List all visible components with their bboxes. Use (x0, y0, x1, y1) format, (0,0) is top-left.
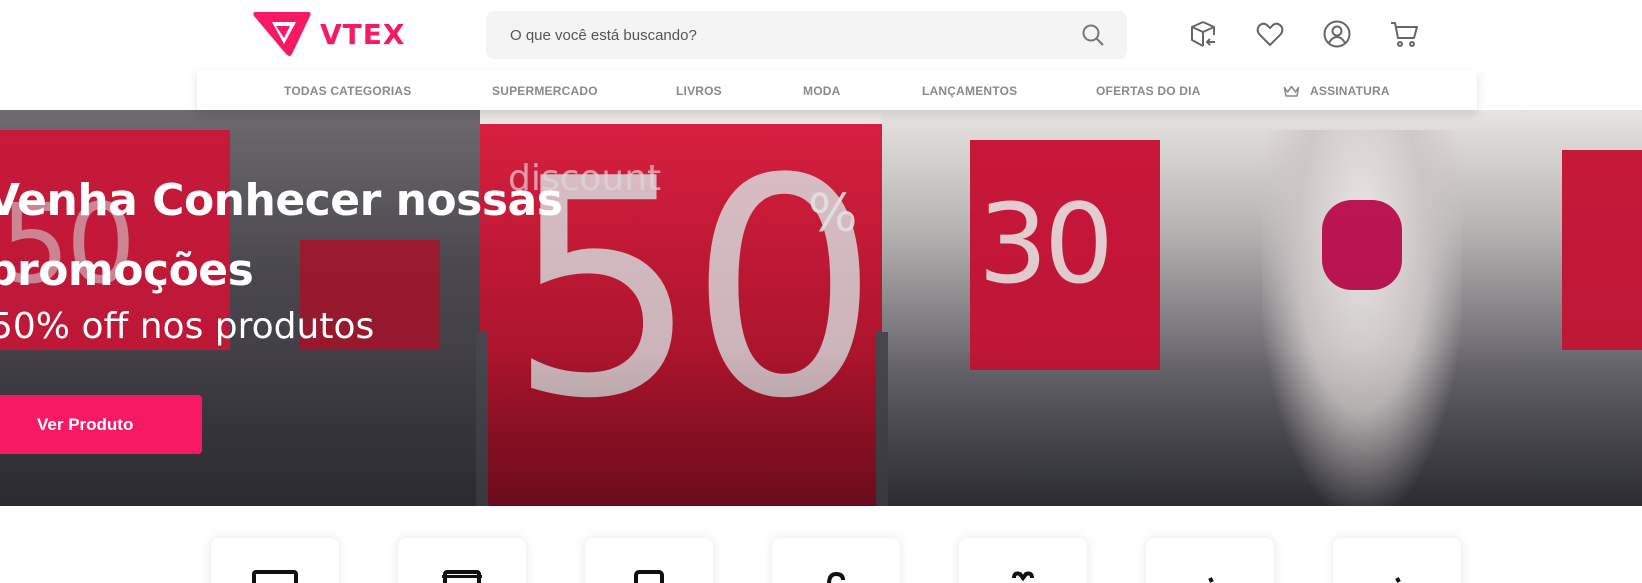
crown-icon (1283, 85, 1300, 97)
ver-produto-button[interactable]: Ver Produto (0, 395, 202, 454)
tool-icon (1208, 577, 1214, 583)
nav-item-label: TODAS CATEGORIAS (284, 84, 412, 98)
nav-item-label: OFERTAS DO DIA (1096, 84, 1201, 98)
logo[interactable]: VTEX (252, 10, 405, 58)
nav-item-moda[interactable]: MODA (803, 84, 840, 98)
hero-title: Venha Conhecer nossas promoções (0, 175, 563, 296)
nav-item-label: LANÇAMENTOS (922, 84, 1018, 98)
cart-icon (1391, 22, 1418, 47)
hero-banner: 50 discount 50 % 30 Venha Conhecer nossa… (0, 110, 1642, 506)
cart-button[interactable] (1387, 17, 1421, 51)
account-button[interactable] (1320, 17, 1354, 51)
gift-icon (1012, 571, 1034, 582)
nav-item-ofertas-do-dia[interactable]: OFERTAS DO DIA (1096, 84, 1201, 98)
category-card[interactable] (1146, 538, 1274, 583)
nav-item-label: MODA (803, 84, 841, 98)
category-card[interactable] (211, 538, 339, 583)
wishlist-button[interactable] (1253, 17, 1287, 51)
returns-button[interactable] (1186, 17, 1220, 51)
category-shortcuts (0, 506, 1642, 583)
nav-item-livros[interactable]: LIVROS (676, 84, 722, 98)
heart-icon (1256, 22, 1284, 47)
search-input[interactable] (510, 26, 1079, 44)
search-icon (1082, 24, 1104, 46)
user-circle-icon (1323, 20, 1351, 48)
category-card[interactable] (398, 538, 526, 583)
nav-item-label: LIVROS (676, 84, 722, 98)
vtex-logo-icon (253, 12, 311, 56)
category-card[interactable] (772, 538, 900, 583)
search-button[interactable] (1079, 21, 1107, 49)
nav-item-label: ASSINATURA (1310, 84, 1390, 98)
phone-icon (634, 570, 664, 583)
category-card[interactable] (1333, 538, 1461, 583)
header: VTEX (0, 0, 1642, 70)
sport-icon (1395, 577, 1401, 583)
category-card[interactable] (959, 538, 1087, 583)
hero-subtitle: 50% off nos produtos (0, 306, 375, 347)
header-actions (1186, 17, 1421, 51)
monitor-icon (252, 570, 298, 583)
laptop-icon (442, 570, 482, 583)
logo-text: VTEX (320, 17, 406, 51)
category-card[interactable] (585, 538, 713, 583)
nav-item-label: SUPERMERCADO (492, 84, 598, 98)
category-nav: TODAS CATEGORIAS SUPERMERCADO LIVROS MOD… (197, 70, 1477, 110)
nav-item-supermercado[interactable]: SUPERMERCADO (492, 84, 598, 98)
shirt-icon (827, 571, 845, 583)
box-return-icon (1191, 21, 1215, 47)
nav-item-lancamentos[interactable]: LANÇAMENTOS (922, 84, 1017, 98)
search-bar (486, 11, 1127, 59)
nav-item-todas-categorias[interactable]: TODAS CATEGORIAS (284, 84, 411, 98)
nav-item-assinatura[interactable]: ASSINATURA (1283, 84, 1390, 98)
